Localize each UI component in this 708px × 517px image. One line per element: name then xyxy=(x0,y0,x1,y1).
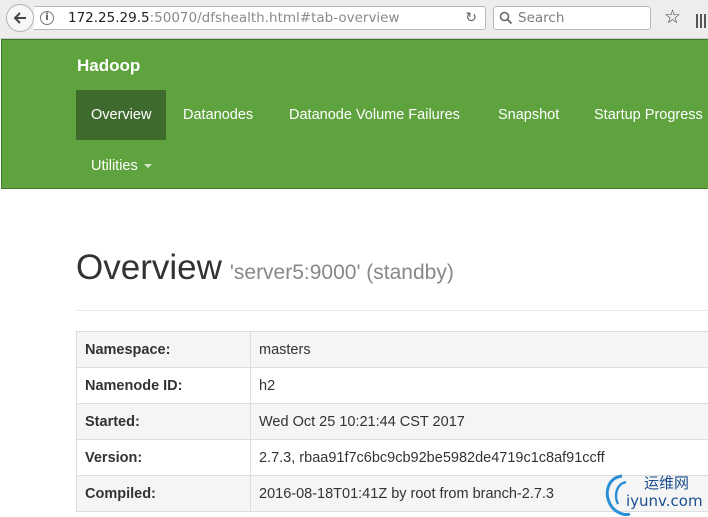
row-value: masters xyxy=(250,331,708,368)
row-key: Compiled: xyxy=(76,475,251,512)
title-divider xyxy=(76,310,708,311)
table-row: Namenode ID: h2 xyxy=(76,367,708,404)
info-icon[interactable]: i xyxy=(40,11,54,25)
tab-datanode-volume-failures[interactable]: Datanode Volume Failures xyxy=(289,90,460,140)
row-key: Version: xyxy=(76,439,251,476)
table-row: Started: Wed Oct 25 10:21:44 CST 2017 xyxy=(76,403,708,440)
brand-logo[interactable]: Hadoop xyxy=(77,56,140,76)
url-path: :50070/dfshealth.html#tab-overview xyxy=(149,10,400,26)
url-text[interactable]: 172.25.29.5:50070/dfshealth.html#tab-ove… xyxy=(68,10,400,27)
bookmark-star-icon[interactable]: ☆ xyxy=(664,7,681,27)
utilities-dropdown[interactable]: Utilities xyxy=(91,141,152,191)
watermark-logo: 运维网 iyunv.com xyxy=(600,470,708,517)
browser-toolbar: i 172.25.29.5:50070/dfshealth.html#tab-o… xyxy=(0,0,708,39)
tab-startup-progress[interactable]: Startup Progress xyxy=(594,90,703,140)
watermark-cn: 运维网 xyxy=(644,474,690,492)
back-button[interactable] xyxy=(6,4,34,32)
address-bar[interactable]: i 172.25.29.5:50070/dfshealth.html#tab-o… xyxy=(34,6,486,30)
row-value: Wed Oct 25 10:21:44 CST 2017 xyxy=(250,403,708,440)
row-key: Namenode ID: xyxy=(76,367,251,404)
watermark-en: iyunv.com xyxy=(626,492,703,510)
hadoop-navbar: Hadoop Overview Datanodes Datanode Volum… xyxy=(1,39,708,189)
search-icon xyxy=(499,11,513,25)
row-key: Started: xyxy=(76,403,251,440)
search-input[interactable]: Search xyxy=(493,6,651,30)
page-heading: Overview xyxy=(76,248,222,287)
page-title: Overview 'server5:9000' (standby) xyxy=(76,248,454,288)
url-host: 172.25.29.5 xyxy=(68,10,150,26)
search-placeholder: Search xyxy=(518,10,565,26)
reload-icon[interactable]: ↻ xyxy=(465,10,477,26)
row-value: h2 xyxy=(250,367,708,404)
tab-snapshot[interactable]: Snapshot xyxy=(498,90,559,140)
page-subtitle: 'server5:9000' (standby) xyxy=(229,261,454,284)
back-arrow-icon xyxy=(13,12,26,24)
tab-overview[interactable]: Overview xyxy=(76,90,167,140)
library-icon[interactable] xyxy=(696,9,708,28)
caret-down-icon xyxy=(143,164,152,169)
row-key: Namespace: xyxy=(76,331,251,368)
table-row: Namespace: masters xyxy=(76,331,708,368)
utilities-label: Utilities xyxy=(91,158,138,174)
tab-datanodes[interactable]: Datanodes xyxy=(183,90,253,140)
